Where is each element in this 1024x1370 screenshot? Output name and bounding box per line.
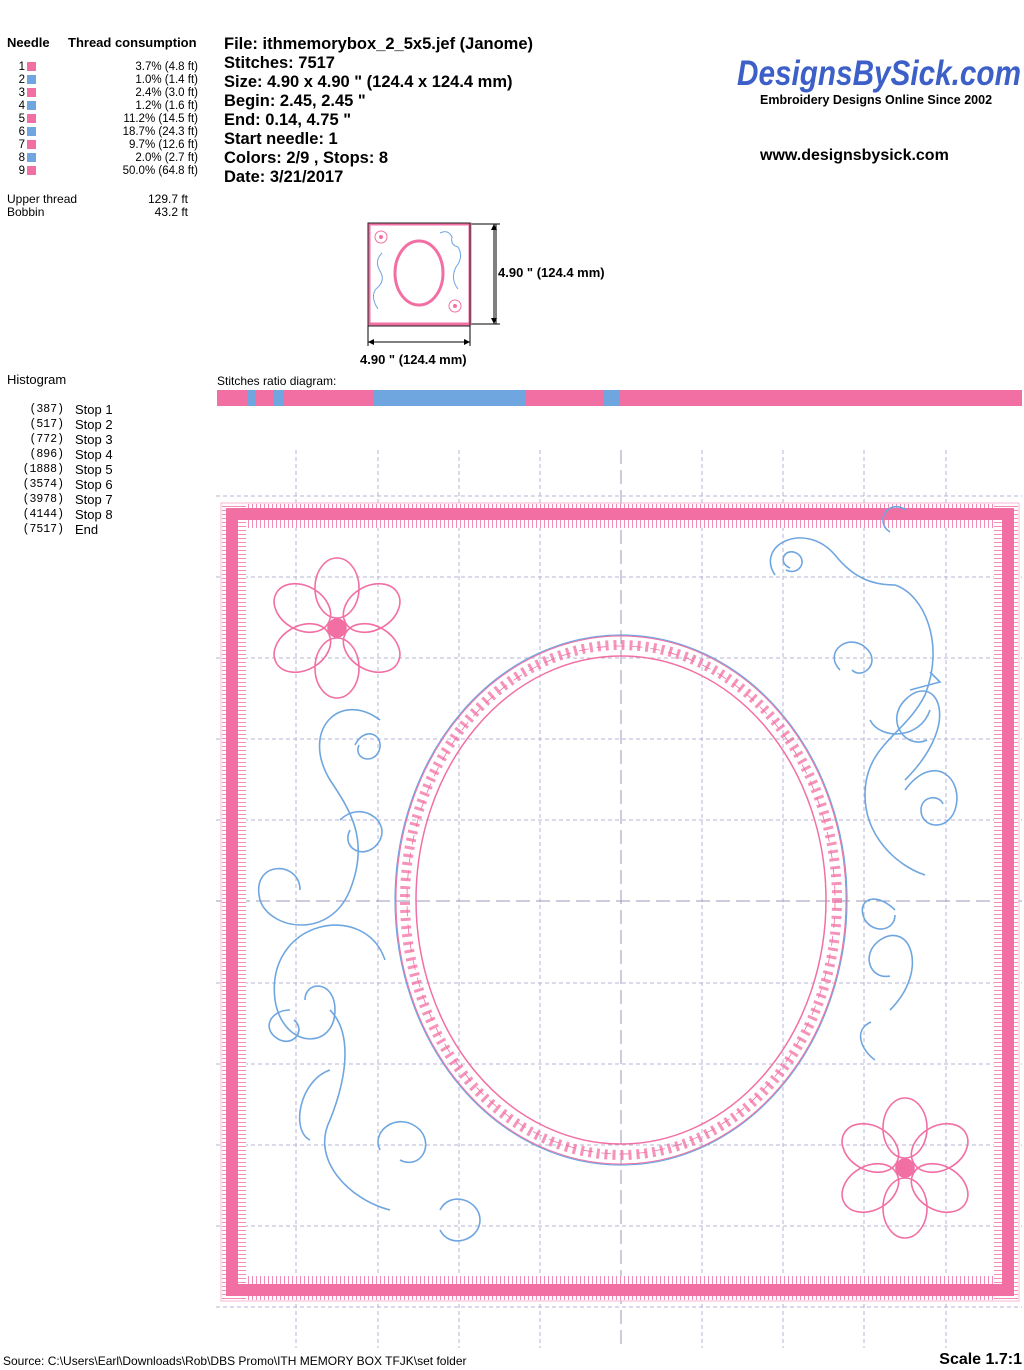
design-thumbnail: [367, 222, 500, 346]
needle-consumption: 3.7% (4.8 ft): [135, 61, 198, 73]
thread-color-swatch: [27, 88, 36, 97]
file-info: File: ithmemorybox_2_5x5.jef (Janome) St…: [224, 35, 533, 187]
colors-stops: Colors: 2/9 , Stops: 8: [224, 149, 389, 167]
stop-label: Stop 1: [75, 402, 113, 417]
needle-row: 3 2.4% (3.0 ft): [0, 87, 210, 100]
needle-row: 7 9.7% (12.6 ft): [0, 139, 210, 152]
thread-color-swatch: [27, 166, 36, 175]
needle-row: 1 3.7% (4.8 ft): [0, 61, 210, 74]
ratio-segment: [283, 390, 375, 406]
needle-number: 1: [18, 61, 25, 73]
needle-row: 8 2.0% (2.7 ft): [0, 152, 210, 165]
needle-consumption: 1.2% (1.6 ft): [135, 100, 198, 112]
histogram-row: (517) Stop 2: [0, 417, 200, 432]
stop-stitch-count: (517): [29, 418, 64, 431]
thread-color-swatch: [27, 75, 36, 84]
start-needle: Start needle: 1: [224, 130, 338, 148]
upper-thread-value: 129.7 ft: [147, 192, 188, 206]
stop-label: Stop 3: [75, 432, 113, 447]
needle-row: 4 1.2% (1.6 ft): [0, 100, 210, 113]
stop-stitch-count: (772): [29, 433, 64, 446]
needle-row: 2 1.0% (1.4 ft): [0, 74, 210, 87]
ratio-segment: [254, 390, 275, 406]
thread-color-swatch: [27, 153, 36, 162]
needle-number: 4: [18, 100, 25, 112]
design-date: Date: 3/21/2017: [224, 168, 344, 186]
logo-text: DesignsBySick.com: [737, 55, 1021, 93]
thread-color-swatch: [27, 114, 36, 123]
ratio-title: Stitches ratio diagram:: [217, 374, 337, 388]
ratio-segment: [246, 390, 255, 406]
needle-consumption: 11.2% (14.5 ft): [123, 113, 198, 125]
ratio-segment: [217, 390, 247, 406]
needle-number: 9: [18, 165, 25, 177]
thread-color-swatch: [27, 62, 36, 71]
ratio-segment: [603, 390, 620, 406]
needle-number: 8: [18, 152, 25, 164]
needle-consumption: 2.0% (2.7 ft): [135, 152, 198, 164]
end-point: End: 0.14, 4.75 ": [224, 111, 352, 129]
needle-number: 6: [18, 126, 25, 138]
flower-icon: [841, 1097, 969, 1239]
ratio-segment: [374, 390, 525, 406]
needle-header: Needle: [7, 35, 50, 50]
needle-list: 1 3.7% (4.8 ft) 2 1.0% (1.4 ft) 3 2.4% (3.0 f…: [0, 61, 210, 181]
ratio-segment: [524, 390, 604, 406]
stitches-ratio-bar: [217, 390, 1023, 406]
needle-number: 5: [18, 113, 25, 125]
flower-icon: [273, 557, 401, 699]
bobbin-value: 43.2 ft: [154, 205, 188, 219]
ratio-segment: [619, 390, 1023, 406]
histogram-row: (772) Stop 3: [0, 432, 200, 447]
needle-consumption: 2.4% (3.0 ft): [135, 87, 198, 99]
needle-row: 9 50.0% (64.8 ft): [0, 165, 210, 178]
source-path: Source: C:\Users\Earl\Downloads\Rob\DBS …: [3, 1354, 467, 1368]
thumb-height-label: 4.90 " (124.4 mm): [498, 265, 605, 280]
thread-consumption-header: Thread consumption: [68, 35, 197, 50]
stop-stitch-count: (387): [29, 403, 64, 416]
stitch-count: Stitches: 7517: [224, 54, 335, 72]
thumb-width-label: 4.90 " (124.4 mm): [360, 352, 467, 367]
design-preview: [216, 450, 1022, 1348]
needle-number: 2: [18, 74, 25, 86]
ratio-segment: [274, 390, 284, 406]
bobbin-label: Bobbin: [7, 205, 45, 219]
histogram-row: (387) Stop 1: [0, 402, 200, 417]
needle-consumption: 50.0% (64.8 ft): [122, 165, 198, 177]
needle-row: 6 18.7% (24.3 ft): [0, 126, 210, 139]
needle-consumption: 9.7% (12.6 ft): [128, 139, 198, 151]
needle-number: 7: [18, 139, 25, 151]
begin-point: Begin: 2.45, 2.45 ": [224, 92, 366, 110]
brand-url[interactable]: www.designsbysick.com: [760, 147, 949, 165]
thread-color-swatch: [27, 101, 36, 110]
needle-number: 3: [18, 87, 25, 99]
upper-thread-label: Upper thread: [7, 192, 78, 206]
center-axes: [216, 450, 1022, 1348]
needle-row: 5 11.2% (14.5 ft): [0, 113, 210, 126]
brand-tagline: Embroidery Designs Online Since 2002: [760, 93, 993, 107]
file-name: File: ithmemorybox_2_5x5.jef (Janome): [224, 35, 534, 53]
thread-color-swatch: [27, 127, 36, 136]
thread-color-swatch: [27, 140, 36, 149]
histogram-title: Histogram: [7, 372, 67, 387]
needle-consumption: 18.7% (24.3 ft): [122, 126, 198, 138]
design-size: Size: 4.90 x 4.90 " (124.4 x 124.4 mm): [224, 73, 513, 91]
scale-label: Scale 1.7:1: [939, 1351, 1022, 1368]
preview-grid: [216, 450, 1022, 1348]
swirl-vine-icon: [257, 708, 481, 1242]
designsbysick-logo: DesignsBySick.com: [737, 55, 1021, 93]
stop-label: Stop 2: [75, 417, 113, 432]
needle-consumption: 1.0% (1.4 ft): [135, 74, 198, 86]
